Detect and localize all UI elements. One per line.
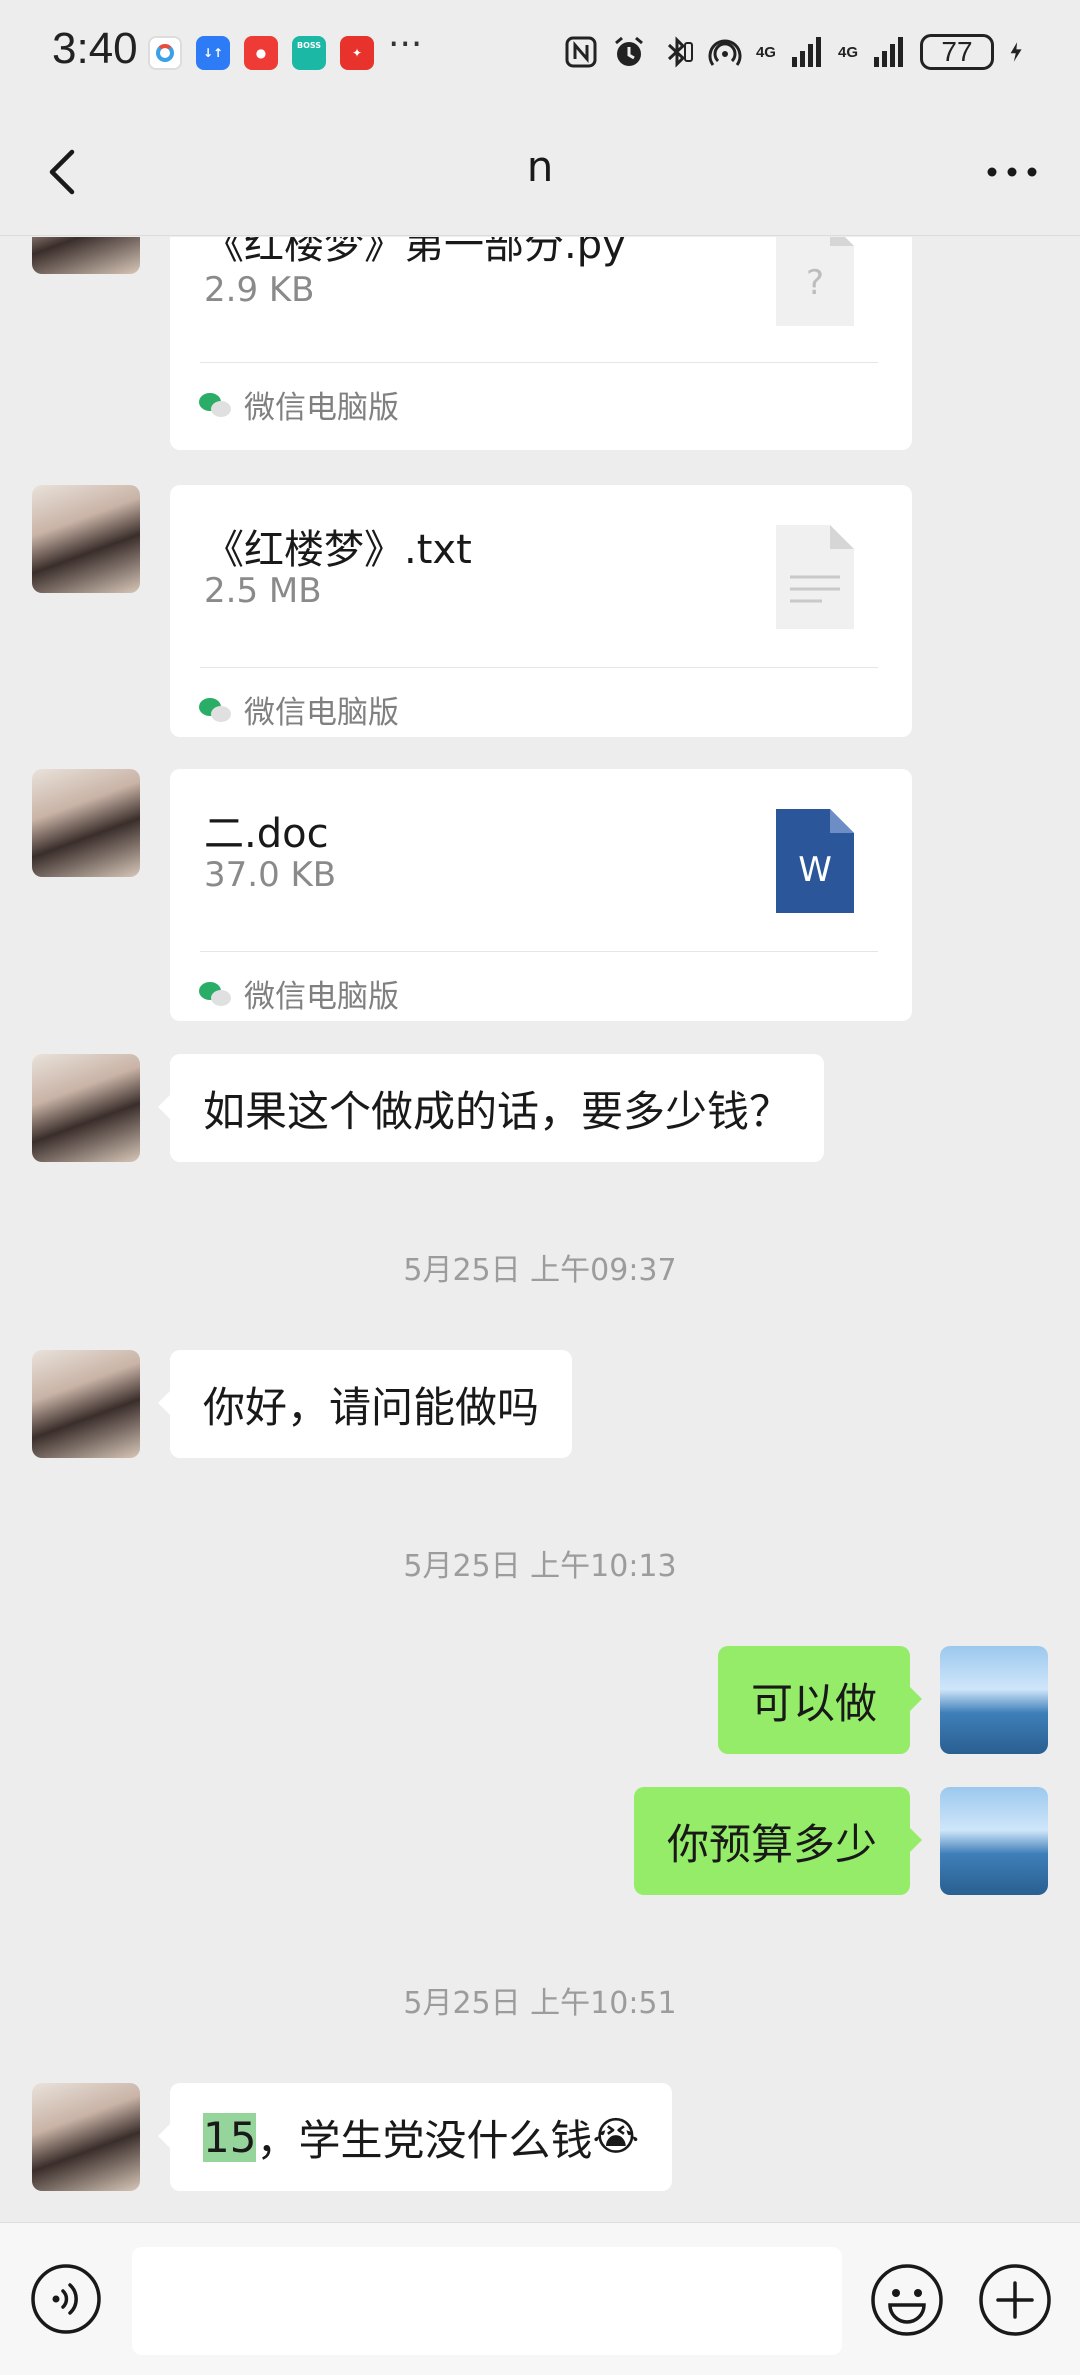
contact-avatar[interactable] [32,237,140,274]
signal-label: 4G [755,43,776,61]
message-text: ，学生党没什么钱 [256,2115,593,2165]
app-notification-icon: ✦ [340,36,374,70]
file-size: 37.0 KB [204,855,337,895]
file-message-card[interactable]: 《红楼梦》第一部分.py 2.9 KB ? 微信电脑版 [170,237,912,450]
timestamp: 5月25日 上午10:51 [403,1986,677,2021]
file-source-label: 微信电脑版 [244,390,399,426]
timestamp: 5月25日 上午09:37 [403,1253,677,1288]
word-file-icon: W [776,809,854,913]
plus-icon[interactable] [978,2263,1052,2337]
status-bar: 3:40 ↓↑ ● BOSS ✦ ··· 4G 4G 77 [0,0,1080,104]
file-name: 《红楼梦》.txt [204,527,472,573]
emoji-icon[interactable] [870,2263,944,2337]
app-notification-icon [148,36,182,70]
unknown-file-icon: ? [776,237,854,326]
svg-text:?: ? [806,263,824,303]
contact-avatar[interactable] [32,1350,140,1458]
incoming-message[interactable]: 你好，请问能做吗 [157,1350,573,1458]
signal-icon [791,37,821,67]
battery-indicator: 77 [920,34,994,70]
selected-text-highlight: 15 [203,2112,257,2162]
charging-icon [1010,42,1022,62]
wechat-icon [199,981,231,1006]
hotspot-icon [708,39,742,66]
file-name: 二.doc [204,811,329,857]
chat-title: n [526,142,554,191]
message-text: 可以做 [750,1678,877,1728]
incoming-message[interactable]: 15 ，学生党没什么钱 😭 [157,2083,673,2191]
message-text: 如果这个做成的话，要多少钱？ [203,1086,792,1136]
contact-avatar[interactable] [32,769,140,877]
outgoing-message[interactable]: 可以做 [717,1646,923,1754]
outgoing-message[interactable]: 你预算多少 [633,1787,923,1895]
my-avatar[interactable] [940,1646,1048,1754]
file-message-card[interactable]: 《红楼梦》.txt 2.5 MB 微信电脑版 [170,485,912,737]
app-notification-icon: ↓↑ [196,36,230,70]
file-name: 《红楼梦》第一部分.py [204,237,626,268]
file-divider [200,667,878,668]
input-bar [0,2222,1080,2375]
message-input[interactable] [132,2247,842,2355]
crying-emoji: 😭 [592,2114,640,2160]
file-source: 微信电脑版 [198,687,399,732]
app-notification-icon: BOSS [292,36,326,70]
file-source-label: 微信电脑版 [244,979,399,1015]
file-message-card[interactable]: 二.doc 37.0 KB W 微信电脑版 [170,769,912,1021]
text-file-icon [776,525,854,629]
more-notifications-icon: ··· [388,24,423,65]
timestamp: 5月25日 上午10:13 [403,1549,677,1584]
chat-header: n [0,104,1080,236]
signal-label: 4G [837,43,858,61]
bluetooth-icon [667,36,693,68]
svg-text:W: W [798,850,832,890]
file-size: 2.9 KB [204,270,315,310]
app-notification-icon: ● [244,36,278,70]
my-avatar[interactable] [940,1787,1048,1895]
status-time: 3:40 [52,24,138,73]
file-source: 微信电脑版 [198,971,399,1016]
incoming-message[interactable]: 如果这个做成的话，要多少钱？ [157,1054,825,1162]
file-size: 2.5 MB [204,571,322,611]
wechat-icon [199,697,231,722]
signal-icon [874,37,903,67]
file-source-label: 微信电脑版 [244,695,399,731]
contact-avatar[interactable] [32,1054,140,1162]
message-text: 你预算多少 [666,1819,877,1869]
contact-avatar[interactable] [32,2083,140,2191]
nfc-icon [565,36,597,68]
wechat-icon [199,392,231,417]
voice-input-icon[interactable] [30,2263,102,2335]
file-source: 微信电脑版 [198,382,399,427]
message-list[interactable]: 《红楼梦》第一部分.py 2.9 KB ? 微信电脑版 《红楼梦》.txt 2.… [0,237,1080,2222]
alarm-icon [615,36,643,66]
file-divider [200,362,878,363]
contact-avatar[interactable] [32,485,140,593]
message-text: 你好，请问能做吗 [203,1382,540,1432]
file-divider [200,951,878,952]
more-options-icon[interactable] [982,152,1042,192]
